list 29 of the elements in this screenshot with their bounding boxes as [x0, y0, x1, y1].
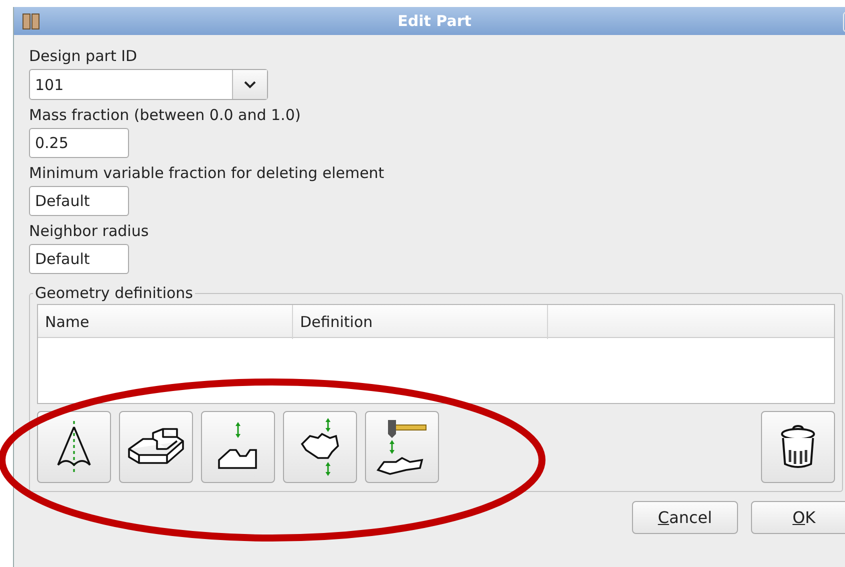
input-field[interactable]: 0.25	[29, 128, 129, 158]
window-icon	[22, 12, 40, 30]
input-field[interactable]: Default	[29, 186, 129, 216]
window-title: Edit Part	[396, 12, 472, 30]
cone-icon	[55, 421, 93, 473]
group-title: Geometry definitions	[34, 284, 194, 302]
profile-icon	[216, 422, 260, 472]
chevron-down-icon	[244, 80, 256, 88]
tool-button[interactable]	[365, 411, 439, 483]
blob-icon	[298, 418, 342, 476]
column-header[interactable]: Definition	[293, 305, 548, 339]
tool-button[interactable]	[201, 411, 275, 483]
dropdown-button[interactable]	[232, 70, 267, 99]
field-label: Minimum variable fraction for deleting element	[29, 164, 386, 182]
delete-button[interactable]	[761, 411, 835, 483]
tool-button[interactable]	[283, 411, 357, 483]
ok-button[interactable]: OK	[751, 501, 845, 534]
block-icon	[127, 427, 185, 467]
input-field[interactable]: Default	[29, 244, 129, 274]
field-label: Neighbor radius	[29, 222, 150, 240]
part-id-combo[interactable]: 101	[29, 69, 268, 100]
cancel-button[interactable]: Cancel	[632, 501, 738, 534]
trash-icon	[780, 424, 816, 470]
hammer-icon	[376, 418, 428, 476]
tool-button[interactable]	[37, 411, 111, 483]
field-label: Mass fraction (between 0.0 and 1.0)	[29, 106, 302, 124]
field-label: Design part ID	[29, 47, 138, 65]
column-header[interactable]: Name	[38, 305, 293, 339]
tool-button[interactable]	[119, 411, 193, 483]
